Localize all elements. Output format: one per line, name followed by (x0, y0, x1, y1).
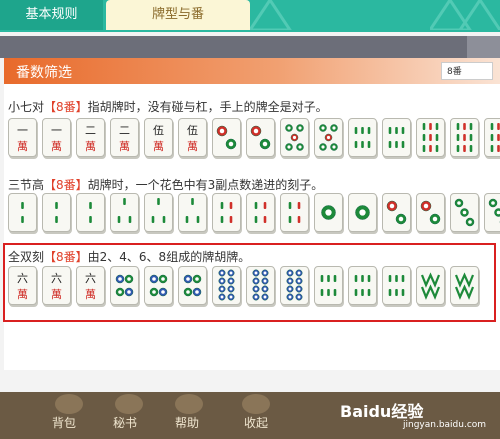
mahjong-tile-b2 (42, 193, 71, 232)
mahjong-tile-d2 (246, 118, 275, 157)
svg-text:萬: 萬 (153, 140, 164, 153)
fan-filter-dropdown[interactable]: 8番 (441, 62, 493, 80)
mahjong-tile-b8 (382, 118, 411, 157)
decorative-pattern-2 (427, 0, 500, 32)
mahjong-tile-b9r (416, 118, 445, 157)
mahjong-tile-d3 (450, 193, 479, 232)
help-icon[interactable] (175, 394, 203, 414)
mahjong-tile-b3 (178, 193, 207, 232)
mahjong-tile-d3 (484, 193, 500, 232)
tab-basic-rules[interactable]: 基本规则 (0, 0, 103, 30)
mahjong-tile-c2: 二萬 (76, 118, 105, 157)
mahjong-tile-d2 (382, 193, 411, 232)
highlight-box (3, 243, 496, 322)
svg-text:萬: 萬 (85, 140, 96, 153)
mahjong-tile-b4r (212, 193, 241, 232)
row-title-1: 小七对【8番】指胡牌时，没有碰与杠，手上的牌全是对子。 (8, 98, 328, 115)
secretary-button[interactable]: 秘书 (113, 414, 137, 431)
row-title-2: 三节高【8番】胡牌时，一个花色中有3副点数递进的刻子。 (8, 176, 323, 193)
mahjong-tile-b9r (484, 118, 500, 157)
hand-desc: 胡牌时，一个花色中有3副点数递进的刻子。 (87, 178, 324, 192)
mahjong-tile-c1: 一萬 (42, 118, 71, 157)
svg-text:萬: 萬 (17, 140, 28, 153)
collapse-icon[interactable] (242, 394, 270, 414)
mahjong-tile-b2 (8, 193, 37, 232)
mahjong-tile-b8 (348, 118, 377, 157)
svg-text:萬: 萬 (119, 140, 130, 153)
svg-text:一: 一 (17, 124, 28, 137)
bag-icon[interactable] (55, 394, 83, 414)
mahjong-tile-b4r (280, 193, 309, 232)
mahjong-tile-b2 (76, 193, 105, 232)
svg-text:萬: 萬 (51, 140, 62, 153)
mahjong-tile-d2 (212, 118, 241, 157)
help-button[interactable]: 帮助 (175, 414, 199, 431)
hand-name: 三节高 (8, 178, 45, 192)
secretary-icon[interactable] (115, 394, 143, 414)
mahjong-tile-b3 (110, 193, 139, 232)
gray-bar-end (467, 36, 500, 58)
mahjong-tile-d1 (348, 193, 377, 232)
svg-text:二: 二 (119, 124, 130, 137)
hand-name: 小七对 (8, 100, 45, 114)
bag-button[interactable]: 背包 (52, 414, 76, 431)
svg-text:伍: 伍 (153, 124, 164, 137)
mahjong-tile-b3 (144, 193, 173, 232)
mahjong-tile-d1 (314, 193, 343, 232)
mahjong-tile-c5: 伍萬 (144, 118, 173, 157)
watermark-logo: Baidu经验 (340, 402, 424, 421)
fan-value: 【8番】 (44, 178, 88, 192)
svg-text:一: 一 (51, 124, 62, 137)
watermark-url: jingyan.baidu.com (403, 420, 487, 430)
mahjong-tile-b4r (246, 193, 275, 232)
collapse-button[interactable]: 收起 (244, 414, 268, 431)
tab-hand-types[interactable]: 牌型与番 (106, 0, 250, 30)
fan-value: 【8番】 (44, 100, 88, 114)
hand-desc: 指胡牌时，没有碰与杠，手上的牌全是对子。 (87, 100, 328, 114)
mahjong-tile-d5 (314, 118, 343, 157)
decorative-pattern (247, 0, 300, 32)
section-header: 番数筛选 (4, 58, 500, 84)
gray-bar (0, 36, 467, 58)
svg-text:二: 二 (85, 124, 96, 137)
mahjong-tile-d2 (416, 193, 445, 232)
mahjong-tile-c5: 伍萬 (178, 118, 207, 157)
svg-text:萬: 萬 (187, 140, 198, 153)
mahjong-tile-d5 (280, 118, 309, 157)
mahjong-tile-c1: 一萬 (8, 118, 37, 157)
mahjong-tile-b9r (450, 118, 479, 157)
svg-text:伍: 伍 (187, 124, 198, 137)
section-title: 番数筛选 (16, 65, 72, 81)
mahjong-tile-c2: 二萬 (110, 118, 139, 157)
